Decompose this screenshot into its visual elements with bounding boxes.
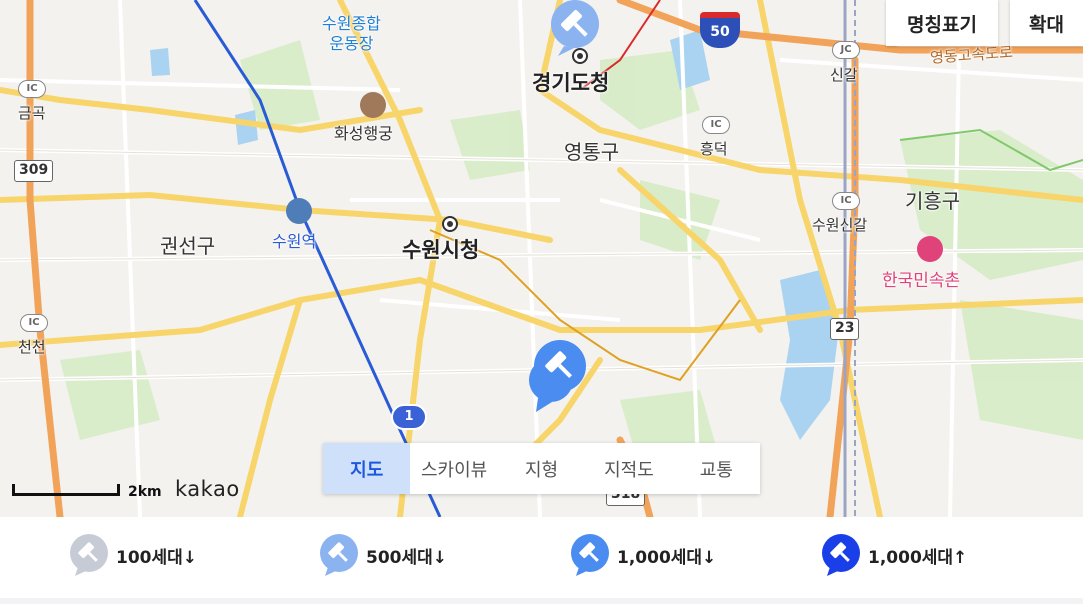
palace-icon: [360, 92, 386, 118]
jc-singal-badge: JC: [832, 41, 860, 59]
route-309-marker: 309: [14, 160, 54, 182]
auction-pin-small[interactable]: [546, 0, 604, 62]
label-hwaseong-palace: 화성행궁: [334, 124, 393, 143]
tab-skyview[interactable]: 스카이뷰: [410, 443, 497, 494]
legend-label: 1,000세대↑: [868, 547, 968, 568]
ic-heungdeok-badge: IC: [702, 116, 730, 134]
ic-cheoncheon-badge: IC: [20, 314, 48, 332]
name-toggle-button[interactable]: 명칭표기: [886, 0, 998, 46]
legend-label: 100세대↓: [116, 547, 198, 568]
label-suwon-singal: 수원신갈: [812, 216, 868, 234]
label-gwonseon: 권선구: [160, 234, 216, 258]
map-canvas[interactable]: 수원종합 운동장 경기도청 화성행궁 영통구 흥덕 신갈 기흥구 수원신갈 한국민…: [0, 0, 1083, 517]
zoom-button[interactable]: 확대: [1010, 0, 1083, 46]
label-suwon-cityhall: 수원시청: [402, 238, 480, 262]
scale-bar-line: [12, 484, 120, 496]
legend-label: 1,000세대↓: [617, 547, 717, 568]
ic-geumgok-badge: IC: [18, 80, 46, 98]
poi-cityhall-icon: [442, 216, 458, 232]
camera-icon: [917, 236, 943, 262]
label-yeongtong: 영통구: [564, 140, 620, 164]
gavel-pin-icon: [534, 340, 586, 400]
gavel-pin-icon: [551, 0, 599, 56]
legend-item-100-below: 100세대↓: [68, 533, 197, 577]
legend-item-500-below: 500세대↓: [318, 533, 447, 577]
label-cheoncheon: 천천: [18, 338, 46, 356]
label-singal: 신갈: [830, 66, 858, 84]
tab-map[interactable]: 지도: [323, 443, 411, 494]
route-50-marker: 50: [700, 12, 740, 48]
label-geumgok: 금곡: [18, 104, 46, 122]
auction-pin-large[interactable]: [532, 338, 588, 406]
legend-bar: 100세대↓ 500세대↓ 1,000세대↓ 1,000세대↑: [0, 517, 1083, 604]
route-1-marker: 1: [391, 404, 427, 430]
gavel-marker-icon: [320, 534, 358, 576]
kakao-logo: kakao: [175, 477, 240, 501]
label-giheung: 기흥구: [905, 189, 961, 213]
tab-cadastral[interactable]: 지적도: [585, 443, 672, 494]
tab-terrain[interactable]: 지형: [498, 443, 585, 494]
label-korean-folk-village: 한국민속촌: [882, 271, 961, 291]
ic-suwon-singal-badge: IC: [832, 192, 860, 210]
label-gyeonggi-office: 경기도청: [532, 71, 610, 95]
legend-item-1000-above: 1,000세대↑: [820, 533, 967, 577]
legend-item-1000-below: 1,000세대↓: [569, 533, 716, 577]
legend-label: 500세대↓: [366, 547, 448, 568]
label-heungdeok: 흥덕: [700, 140, 728, 158]
app: 수원종합 운동장 경기도청 화성행궁 영통구 흥덕 신갈 기흥구 수원신갈 한국민…: [0, 0, 1083, 604]
gavel-marker-icon: [70, 534, 108, 576]
legend-bottom-strip: [0, 598, 1083, 604]
gavel-marker-icon: [822, 534, 860, 576]
tab-traffic[interactable]: 교통: [673, 443, 760, 494]
label-suwon-stadium: 수원종합 운동장: [322, 14, 381, 54]
gavel-marker-icon: [571, 534, 609, 576]
label-suwon-station: 수원역: [272, 232, 317, 251]
map-type-switcher: 지도 스카이뷰 지형 지적도 교통: [323, 443, 760, 494]
label-suwon-stadium-line1: 수원종합: [322, 14, 381, 33]
label-suwon-stadium-line2: 운동장: [329, 34, 374, 53]
scale-bar-label: 2km: [128, 484, 162, 500]
route-23-marker: 23: [830, 318, 860, 340]
train-station-icon: [286, 198, 312, 224]
